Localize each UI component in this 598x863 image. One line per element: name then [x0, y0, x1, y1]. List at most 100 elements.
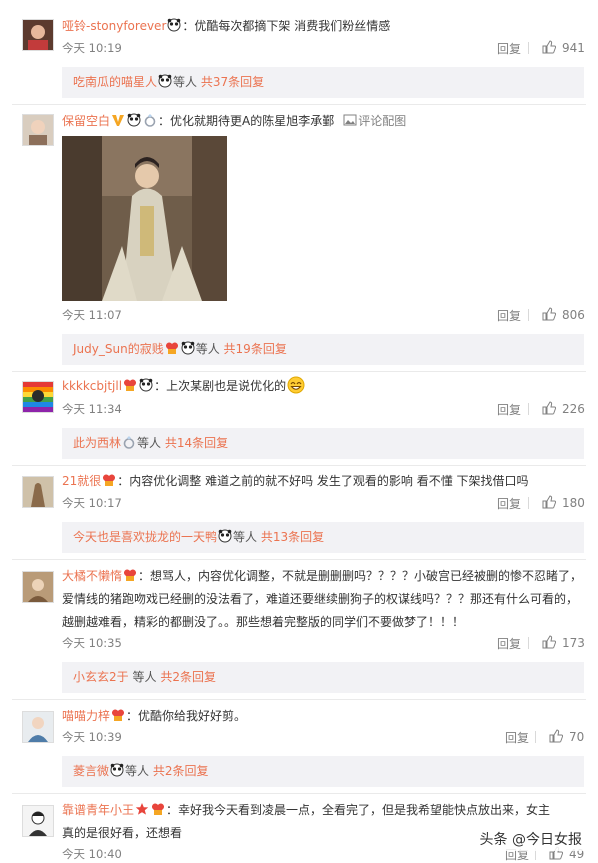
comment-text: ：优酷你给我好好剪。	[126, 709, 247, 723]
comment-body: 大橘不懒惰 ：想骂人，内容优化调整，不就是删删删吗？？？？小破宫已经被删的惨不忍睹…	[62, 565, 586, 634]
sub-reply-others: 等人	[173, 75, 198, 89]
like-count: 806	[562, 308, 585, 322]
heart-badge-icon	[123, 377, 137, 391]
panda-icon	[158, 69, 172, 88]
like-count: 180	[562, 496, 585, 510]
comment-time: 今天 10:19	[62, 41, 122, 55]
like-count: 226	[562, 402, 585, 416]
divider	[12, 559, 586, 560]
more-replies-link[interactable]: 共2条回复	[153, 764, 209, 778]
comment-time: 今天 11:07	[62, 308, 122, 322]
username[interactable]: 21就很	[62, 474, 101, 488]
comment-body: 喵喵力梓 ：优酷你给我好好剪。	[62, 705, 586, 727]
comment-body: 哑铃-stonyforever ：优酷每次都摘下架 消费我们粉丝情感	[62, 15, 586, 37]
thumb-up-icon	[542, 307, 557, 321]
comment-time: 今天 11:34	[62, 402, 122, 416]
avatar[interactable]	[22, 114, 54, 146]
comment-image[interactable]	[62, 136, 227, 301]
reply-button[interactable]: 回复	[497, 495, 521, 512]
sub-reply-user[interactable]: 菱言微	[73, 764, 109, 778]
comment-text: ：内容优化调整 难道之前的就不好吗 发生了观看的影响 看不懂 下架找借口吗	[117, 474, 529, 488]
reply-button[interactable]: 回复	[497, 40, 521, 57]
sub-reply-user[interactable]: 吃南瓜的喵星人	[73, 75, 157, 89]
sub-replies[interactable]: 此为西林 等人 共14条回复	[62, 428, 584, 459]
sub-reply-others: 等人	[132, 670, 157, 684]
like-count: 173	[562, 636, 585, 650]
thumb-up-icon	[542, 495, 557, 509]
username[interactable]: 保留空白	[62, 114, 110, 128]
comment-time: 今天 10:35	[62, 636, 122, 650]
reply-button[interactable]: 回复	[497, 401, 521, 418]
panda-icon	[181, 336, 195, 355]
reply-button[interactable]: 回复	[497, 635, 521, 652]
heart-badge-icon	[165, 336, 179, 354]
sub-replies[interactable]: 吃南瓜的喵星人 等人 共37条回复	[62, 67, 584, 98]
like-button[interactable]: 806	[528, 307, 585, 322]
star-icon	[135, 801, 149, 815]
comment-time: 今天 10:39	[62, 730, 122, 744]
avatar[interactable]	[22, 19, 54, 51]
like-button[interactable]: 226	[528, 401, 585, 416]
smile-emoji-icon	[287, 376, 305, 394]
username[interactable]: kkkkcbjtjll	[62, 379, 122, 393]
comment-text: ：上次某剧也是说优化的	[154, 379, 287, 393]
sub-reply-others: 等人	[195, 342, 220, 356]
panda-icon	[110, 758, 124, 777]
sub-reply-user[interactable]: 此为西林	[73, 436, 121, 450]
avatar[interactable]	[22, 805, 54, 837]
sub-reply-user[interactable]: Judy_Sun的寂贱	[73, 342, 164, 356]
comment-picture-button[interactable]: 评论配图	[342, 114, 406, 128]
ring-icon	[122, 430, 136, 449]
like-button[interactable]: 180	[528, 495, 585, 510]
sub-replies[interactable]: Judy_Sun的寂贱 等人 共19条回复	[62, 334, 584, 365]
divider	[12, 793, 586, 794]
like-button[interactable]: 173	[528, 635, 585, 650]
panda-icon	[218, 524, 232, 543]
more-replies-link[interactable]: 共19条回复	[224, 342, 287, 356]
heart-badge-icon	[102, 472, 116, 486]
like-count: 941	[562, 41, 585, 55]
comment-body: 21就很 ：内容优化调整 难道之前的就不好吗 发生了观看的影响 看不懂 下架找借口…	[62, 470, 586, 492]
avatar[interactable]	[22, 571, 54, 603]
more-replies-link[interactable]: 共2条回复	[160, 670, 216, 684]
sub-reply-user[interactable]: 小玄玄2于	[73, 670, 129, 684]
sub-replies[interactable]: 小玄玄2于 等人 共2条回复	[62, 662, 584, 693]
username[interactable]: 哑铃-stonyforever	[62, 19, 166, 33]
comment-text: ：想骂人，内容优化调整，不就是删删删吗？？？？小破宫已经被删的惨不忍睹了，爱情线…	[62, 569, 583, 629]
sub-reply-others: 等人	[233, 530, 258, 544]
comment-body: 保留空白 ：优化就期待更A的陈星旭李承鄞 评论配图	[62, 110, 586, 132]
avatar[interactable]	[22, 381, 54, 413]
username[interactable]: 大橘不懒惰	[62, 569, 122, 583]
panda-icon	[139, 377, 153, 392]
username[interactable]: 靠谱青年小王	[62, 803, 134, 817]
thumb-up-icon	[542, 635, 557, 649]
sub-reply-user[interactable]: 今天也是喜欢拢龙的一天鸭	[73, 530, 217, 544]
username[interactable]: 喵喵力梓	[62, 709, 110, 723]
like-button[interactable]: 941	[528, 40, 585, 55]
avatar[interactable]	[22, 476, 54, 508]
avatar[interactable]	[22, 711, 54, 743]
heart-badge-icon	[151, 801, 165, 815]
panda-icon	[127, 112, 141, 127]
like-button[interactable]: 70	[535, 729, 584, 744]
comment-time: 今天 10:17	[62, 496, 122, 510]
panda-icon	[167, 17, 181, 32]
watermark: 头条 @今日女报	[475, 827, 586, 851]
divider	[12, 371, 586, 372]
more-replies-link[interactable]: 共13条回复	[261, 530, 324, 544]
heart-badge-icon	[123, 567, 137, 581]
thumb-up-icon	[542, 401, 557, 415]
sub-replies[interactable]: 菱言微 等人 共2条回复	[62, 756, 584, 787]
comment-body: kkkkcbjtjll ：上次某剧也是说优化的	[62, 375, 586, 397]
reply-button[interactable]: 回复	[497, 307, 521, 324]
divider	[12, 699, 586, 700]
divider	[12, 104, 586, 105]
verified-v-icon	[111, 112, 125, 126]
heart-badge-icon	[111, 707, 125, 721]
more-replies-link[interactable]: 共14条回复	[165, 436, 228, 450]
more-replies-link[interactable]: 共37条回复	[201, 75, 264, 89]
comment-picture-label: 评论配图	[358, 114, 407, 128]
reply-button[interactable]: 回复	[505, 729, 529, 746]
sub-replies[interactable]: 今天也是喜欢拢龙的一天鸭 等人 共13条回复	[62, 522, 584, 553]
ring-icon	[143, 112, 157, 127]
